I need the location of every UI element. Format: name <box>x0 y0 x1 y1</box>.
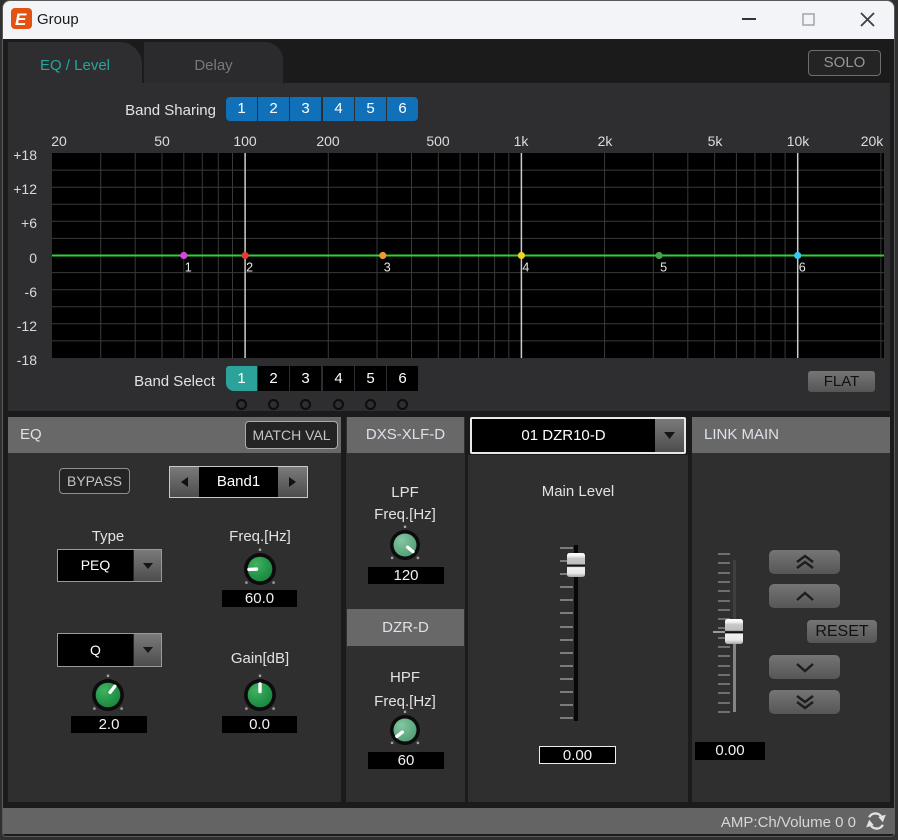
svg-text:5: 5 <box>660 261 667 275</box>
svg-text:E: E <box>15 10 27 29</box>
svg-text:1: 1 <box>185 261 192 275</box>
svg-text:4: 4 <box>522 261 529 275</box>
svg-text:2: 2 <box>246 261 253 275</box>
svg-text:6: 6 <box>799 261 806 275</box>
svg-text:3: 3 <box>384 261 391 275</box>
